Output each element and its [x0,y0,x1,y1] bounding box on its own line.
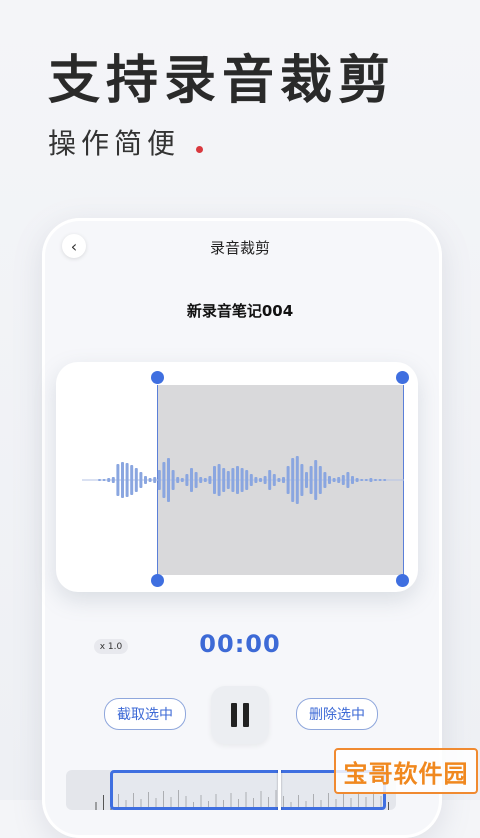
waveform-bar [369,478,373,482]
waveform-bar [203,478,207,482]
waveform-bar [231,468,235,492]
waveform-bar [157,470,161,490]
waveform-bar [268,470,272,490]
waveform-bar [180,478,184,482]
waveform-bar [346,472,350,488]
waveform-bar [277,478,281,482]
selection-handle-bottom-left[interactable] [151,574,164,587]
waveform-bar [259,478,262,482]
waveform-bar [121,462,124,498]
waveform-bar [208,476,212,484]
waveform-bar [300,464,304,496]
waveform-bar [139,472,143,488]
pause-button[interactable] [211,686,269,744]
waveform-bar [176,477,180,483]
waveform-bar [337,477,341,483]
waveform-bar [226,471,230,489]
waveform-bar [383,479,387,481]
waveform-bar [130,465,134,495]
waveform-bar [364,479,368,481]
waveform-bar [213,466,216,494]
waveform-bar [360,479,364,481]
waveform-bar [295,456,299,504]
selection-handle-top-left[interactable] [151,371,164,384]
waveform-bar [153,477,157,483]
waveform-bar [245,470,249,490]
delete-selection-button[interactable]: 删除选中 [296,698,378,730]
cut-selection-button[interactable]: 截取选中 [104,698,186,730]
waveform-bar [263,476,267,484]
waveform-bar [249,474,253,486]
waveform-bar [328,476,331,484]
timeline-playhead[interactable] [278,770,281,810]
waveform-bar [272,474,276,486]
waveform-bar [171,470,175,490]
waveform-bar [111,477,115,483]
waveform-bar [286,466,290,494]
waveform-bar [318,466,322,494]
time-display: 00:00 [199,630,281,658]
waveform-bar [323,472,327,488]
waveform-bar [282,477,285,483]
waveform-bar [134,468,138,492]
waveform-bar [116,464,120,496]
waveform-bar [194,472,198,488]
watermark-logo: 宝哥软件园 [334,748,478,794]
waveform-bar [305,472,308,488]
waveform-bar [309,466,313,494]
waveform-bar [98,479,101,481]
waveform-bar [254,477,258,483]
selection-handle-bottom-right[interactable] [396,574,409,587]
waveform-bar [374,479,377,481]
waveform-bar [148,478,152,482]
waveform-bar [217,464,221,496]
waveform-bar [167,458,170,502]
selection-handle-top-right[interactable] [396,371,409,384]
waveform-bar [378,479,382,481]
waveform [82,456,404,504]
waveform-bar [314,460,318,500]
waveform-bar [341,475,345,485]
waveform-bar [240,468,244,492]
waveform-bar [199,477,203,483]
waveform-bar [190,468,193,492]
waveform-bar [144,476,147,484]
waveform-bar [125,463,129,497]
waveform-bar [291,458,295,502]
waveform-bar [351,476,354,484]
waveform-bar [185,474,189,486]
waveform-bar [162,462,166,498]
waveform-bar [102,479,106,481]
waveform-bar [332,478,336,482]
waveform-bar [355,478,359,482]
waveform-bar [236,466,239,494]
waveform-bar [222,468,226,492]
waveform-bar [107,478,111,482]
